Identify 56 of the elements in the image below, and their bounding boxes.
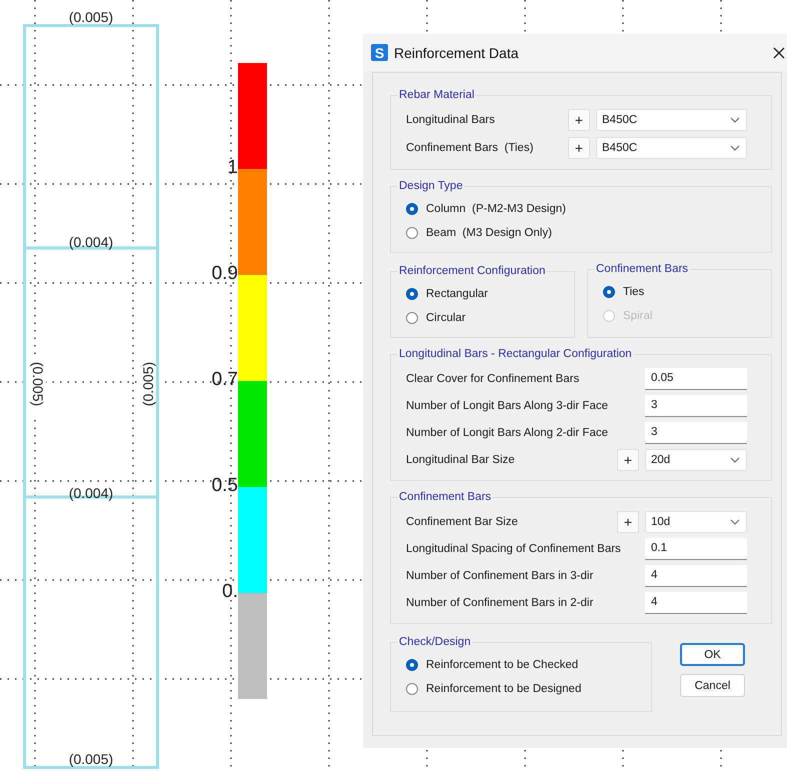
add-button[interactable]: + — [617, 510, 639, 532]
ok-button[interactable]: OK — [680, 643, 745, 666]
group-title: Reinforcement Configuration — [398, 265, 546, 277]
dropdown[interactable]: B450C — [596, 137, 747, 159]
add-button[interactable]: + — [568, 137, 590, 159]
input-field[interactable]: 4 — [645, 592, 747, 614]
field-label: Longitudinal Bar Size — [406, 454, 516, 466]
field-label: Number of Longit Bars Along 2-dir Face — [406, 426, 609, 438]
radio-option[interactable]: Reinforcement to be Designed — [406, 679, 627, 699]
radio-option[interactable]: Beam (M3 Design Only) — [406, 223, 747, 243]
frame-label: (0.005) — [68, 751, 114, 767]
input-field[interactable]: 3 — [645, 394, 747, 416]
dropdown[interactable]: B450C — [596, 109, 747, 131]
chevron-icon — [730, 145, 740, 151]
input-field[interactable]: 3 — [645, 422, 747, 444]
chevron-icon — [730, 117, 740, 123]
add-button[interactable]: + — [617, 448, 639, 470]
cancel-button[interactable]: Cancel — [680, 674, 745, 697]
field-label: Longitudinal Spacing of Confinement Bars — [406, 542, 622, 554]
input-field[interactable]: 0.1 — [645, 538, 747, 560]
field-label: Longitudinal Bars — [406, 114, 496, 126]
radio-option[interactable]: Ties — [603, 282, 763, 302]
frame-label: (0.004) — [68, 234, 114, 250]
chevron-icon — [730, 518, 740, 524]
group-title: Design Type — [398, 180, 464, 192]
group-title: Check/Design — [398, 636, 472, 648]
legend-label: 1 — [226, 157, 238, 179]
add-button[interactable]: + — [568, 109, 590, 131]
app-icon: S — [371, 44, 388, 61]
group-title: Confinement Bars — [398, 491, 492, 503]
dropdown[interactable]: 20d — [645, 448, 747, 470]
radio-option[interactable]: Column (P-M2-M3 Design) — [406, 199, 747, 219]
field-label: Clear Cover for Confinement Bars — [406, 372, 580, 384]
field-label: Number of Confinement Bars in 2-dir — [406, 596, 594, 608]
legend-label: 0.5 — [210, 475, 238, 497]
field-label: Number of Confinement Bars in 3-dir — [406, 570, 594, 582]
dialog-title: Reinforcement Data — [394, 44, 519, 60]
dropdown[interactable]: 10d — [645, 510, 747, 532]
radio-option[interactable]: Reinforcement to be Checked — [406, 655, 627, 675]
close-icon[interactable] — [773, 46, 785, 58]
legend-label: 0.9 — [210, 263, 238, 285]
field-label: Confinement Bars (Ties) — [406, 142, 534, 154]
legend-label: 0. — [221, 581, 238, 603]
group-title: Rebar Material — [398, 89, 476, 101]
field-label: Number of Longit Bars Along 3-dir Face — [406, 400, 609, 412]
input-field[interactable]: 0.05 — [645, 368, 747, 390]
field-label: Confinement Bar Size — [406, 516, 519, 528]
radio-option[interactable]: Circular — [406, 308, 566, 328]
frame-label: (0.005) — [68, 9, 114, 25]
radio-option[interactable]: Rectangular — [406, 284, 566, 304]
chevron-icon — [730, 456, 740, 462]
frame-label: (0.004) — [68, 485, 114, 501]
input-field[interactable]: 4 — [645, 564, 747, 586]
group-title: Confinement Bars — [595, 263, 690, 275]
legend-label: 0.7 — [210, 369, 238, 391]
group-title: Longitudinal Bars - Rectangular Configuration — [398, 348, 633, 360]
